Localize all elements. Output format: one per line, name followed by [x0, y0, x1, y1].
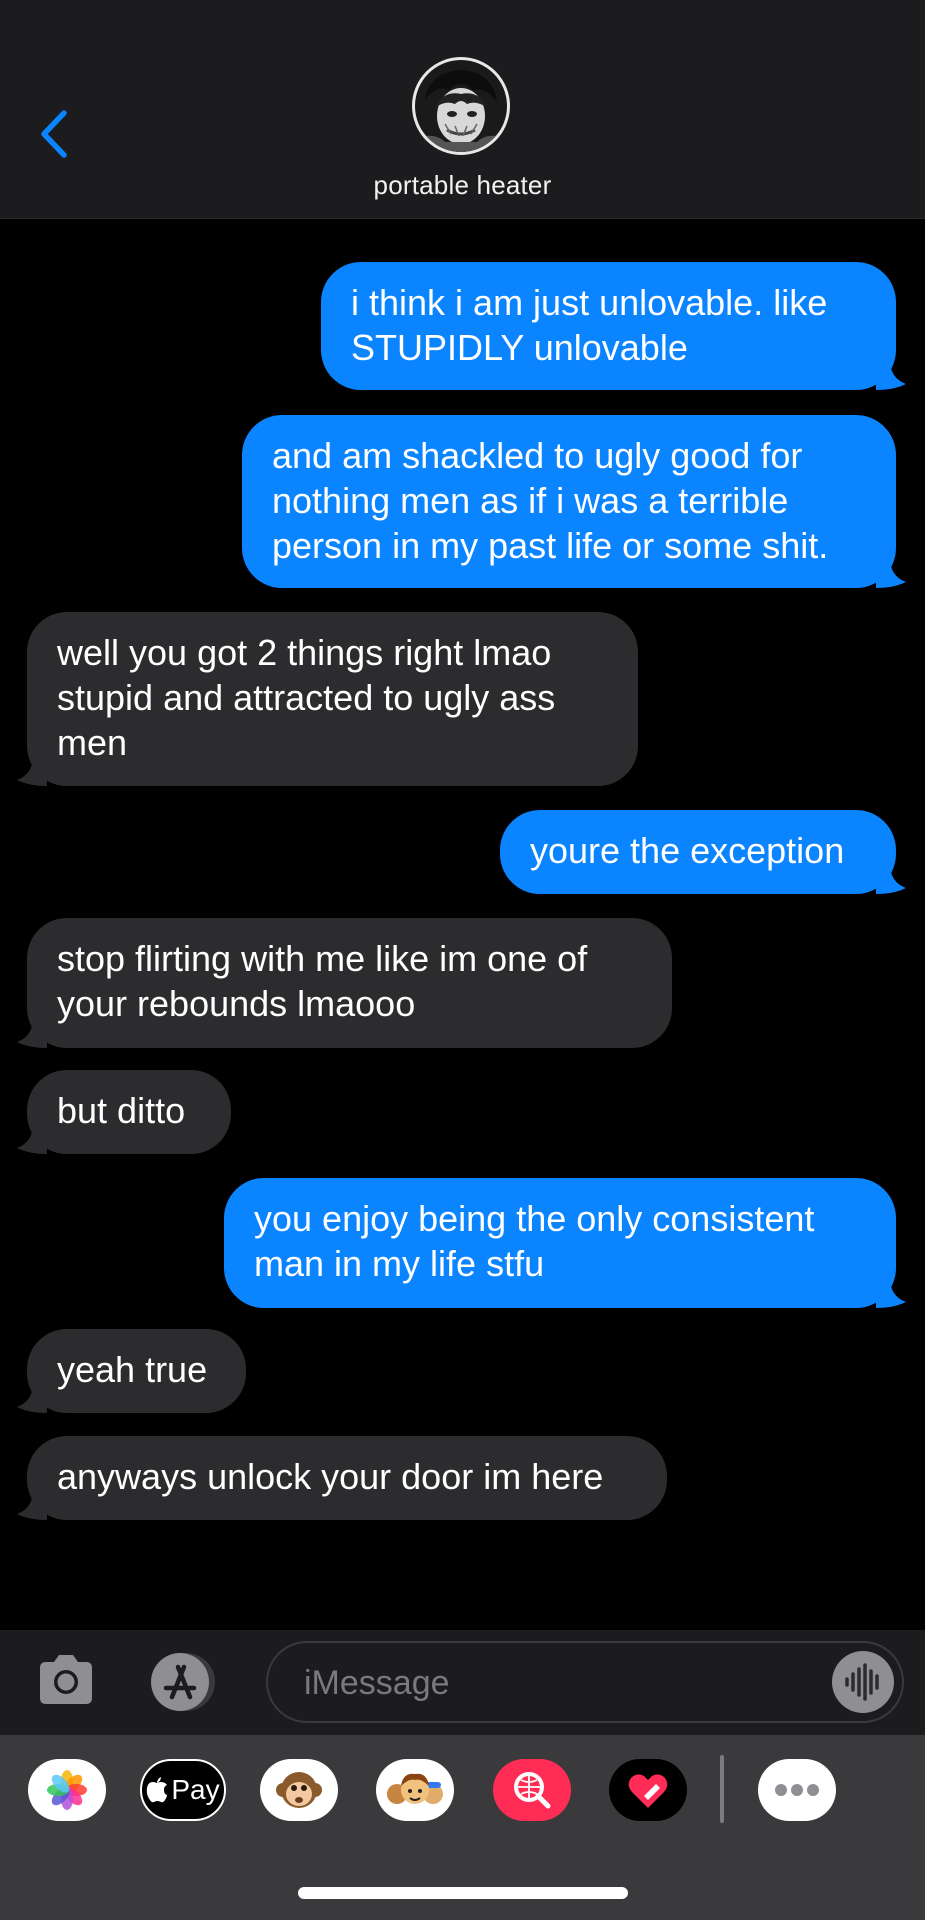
memoji-stickers-button[interactable]	[376, 1759, 454, 1821]
avatar-image	[415, 60, 507, 152]
message-bubble-received[interactable]: yeah true	[17, 1329, 246, 1413]
message-line: stupid and attracted to ugly ass	[57, 677, 556, 718]
message-bubble-received[interactable]: but ditto	[17, 1070, 231, 1154]
message-line: but ditto	[57, 1090, 186, 1131]
contact-avatar[interactable]	[412, 57, 510, 155]
waveform-icon	[845, 1663, 879, 1701]
app-store-button[interactable]	[148, 1652, 226, 1712]
message-line: nothing men as if i was a terrible	[272, 480, 789, 521]
memoji-group-icon	[387, 1773, 443, 1804]
back-button[interactable]	[34, 106, 74, 162]
audio-message-button[interactable]	[832, 1651, 894, 1713]
bubble-tail	[17, 1490, 47, 1520]
more-apps-button[interactable]	[758, 1759, 836, 1821]
message-bubble-sent[interactable]: i think i am just unlovable. like STUPID…	[321, 262, 906, 390]
message-line: youre the exception	[530, 830, 845, 871]
message-line: stop flirting with me like im one of	[57, 938, 588, 979]
message-line: your rebounds lmaooo	[57, 983, 416, 1024]
message-line: man in my life stfu	[254, 1243, 545, 1284]
bubble-tail	[876, 1278, 906, 1308]
message-bubble-received[interactable]: well you got 2 things right lmao stupid …	[17, 612, 638, 786]
message-thread: i think i am just unlovable. like STUPID…	[0, 218, 925, 1630]
message-line: you enjoy being the only consistent	[254, 1198, 815, 1239]
message-bubble-sent[interactable]: you enjoy being the only consistent man …	[224, 1178, 906, 1308]
message-line: person in my past life or some shit.	[272, 525, 829, 566]
photos-icon	[47, 1770, 87, 1810]
message-line: men	[57, 722, 128, 763]
compose-bar	[0, 1630, 925, 1735]
message-bubble-received[interactable]: anyways unlock your door im here	[17, 1436, 667, 1520]
digital-touch-button[interactable]	[609, 1759, 687, 1821]
app-store-icon	[151, 1653, 215, 1711]
message-input-field[interactable]	[266, 1641, 904, 1723]
drawer-divider	[720, 1755, 724, 1823]
bubble-tail	[876, 360, 906, 390]
message-bubble-sent[interactable]: and am shackled to ugly good for nothing…	[242, 415, 906, 588]
image-search-button[interactable]	[493, 1759, 571, 1821]
bubble-tail	[17, 1018, 47, 1048]
apple-logo-icon	[147, 1777, 168, 1803]
apple-pay-label: Pay	[171, 1774, 220, 1805]
bubble-tail	[17, 1383, 47, 1413]
more-icon	[775, 1784, 819, 1796]
contact-name[interactable]: portable heater	[0, 170, 925, 201]
message-line: anyways unlock your door im here	[57, 1456, 604, 1497]
bubble-tail	[876, 558, 906, 588]
image-search-icon	[514, 1772, 551, 1809]
photos-app-button[interactable]	[28, 1759, 106, 1821]
digital-touch-icon	[628, 1774, 668, 1808]
bubble-tail	[17, 1124, 47, 1154]
message-line: well you got 2 things right lmao	[57, 632, 552, 673]
message-line: i think i am just unlovable. like	[351, 282, 828, 323]
message-line: STUPIDLY unlovable	[351, 327, 688, 368]
message-line: and am shackled to ugly good for	[272, 435, 803, 476]
message-bubble-received[interactable]: stop flirting with me like im one of you…	[17, 918, 672, 1048]
camera-button[interactable]	[36, 1652, 96, 1710]
message-bubble-sent[interactable]: youre the exception	[500, 810, 906, 894]
memoji-monkey-icon	[276, 1772, 322, 1808]
chevron-left-icon	[41, 110, 67, 158]
message-line: yeah true	[57, 1349, 208, 1390]
bubble-tail	[17, 756, 47, 786]
camera-icon	[40, 1655, 92, 1704]
conversation-header: portable heater	[0, 0, 925, 219]
bubble-tail	[876, 864, 906, 894]
apple-pay-button[interactable]: Pay	[140, 1759, 226, 1821]
home-indicator[interactable]	[298, 1887, 628, 1899]
message-input[interactable]	[302, 1643, 806, 1723]
memoji-button[interactable]	[260, 1759, 338, 1821]
